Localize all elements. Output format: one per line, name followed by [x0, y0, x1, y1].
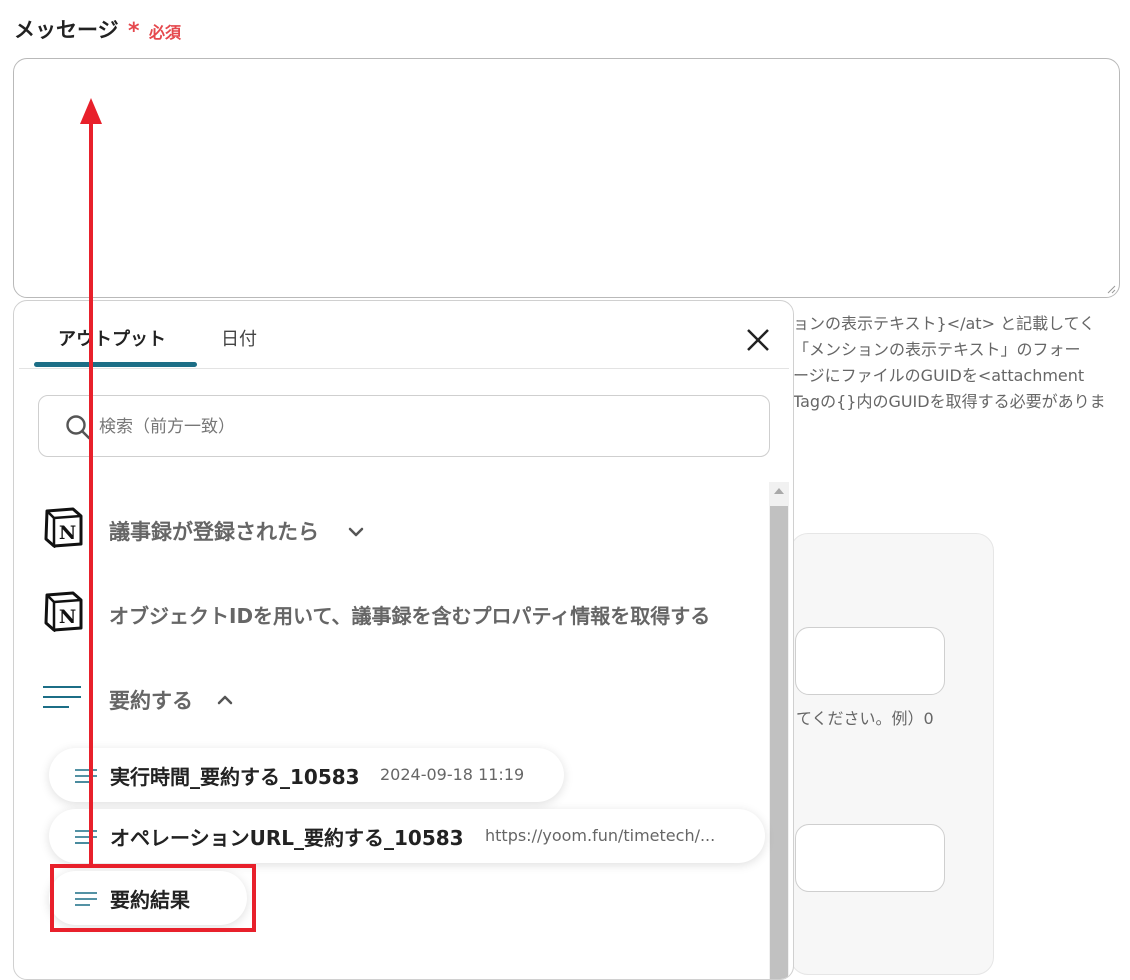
active-tab-indicator	[34, 362, 197, 367]
section-title: オブジェクトIDを用いて、議事録を含むプロパティ情報を取得する	[109, 604, 711, 628]
chevron-up-icon[interactable]	[215, 690, 235, 710]
tab-output[interactable]: アウトプット	[58, 325, 166, 351]
notion-logo-icon: N	[44, 591, 83, 632]
tab-date[interactable]: 日付	[221, 325, 257, 351]
text-lines-icon	[43, 686, 81, 708]
svg-text:N: N	[59, 606, 76, 628]
chip-label: オペレーションURL_要約する_10583	[110, 826, 464, 850]
svg-text:N: N	[59, 522, 76, 544]
annotation-highlight-box	[50, 864, 256, 932]
required-asterisk: *	[128, 19, 140, 44]
message-field-label: メッセージ	[14, 18, 119, 42]
section-summarize[interactable]: 要約する	[42, 679, 442, 719]
required-badge: 必須	[149, 23, 182, 42]
section-meeting-registered[interactable]: N 議事録が登録されたら	[42, 506, 742, 552]
chip-label: 実行時間_要約する_10583	[110, 765, 360, 789]
resize-handle-icon[interactable]	[1106, 284, 1116, 294]
chevron-down-icon[interactable]	[346, 522, 366, 542]
search-icon	[66, 415, 91, 440]
background-input-note: てください。例）0	[796, 709, 934, 728]
scroll-up-arrow-icon[interactable]	[774, 488, 784, 494]
text-lines-icon	[75, 830, 97, 844]
output-chip-operation-url[interactable]: オペレーションURL_要約する_10583 https://yoom.fun/t…	[49, 809, 765, 863]
search-box	[38, 395, 770, 457]
help-text-line: 「メンションの表示テキスト」のフォー	[793, 340, 1081, 359]
section-title: 要約する	[109, 689, 193, 713]
message-textarea[interactable]	[13, 58, 1120, 298]
notion-logo-icon: N	[44, 507, 83, 548]
tab-divider	[19, 368, 789, 369]
background-input-field[interactable]	[795, 627, 945, 695]
text-lines-icon	[75, 769, 97, 783]
background-input-field[interactable]	[795, 824, 945, 892]
section-get-properties[interactable]: N オブジェクトIDを用いて、議事録を含むプロパティ情報を取得する	[42, 590, 767, 636]
help-text-line: ージにファイルのGUIDを<attachment	[793, 366, 1085, 385]
background-settings-panel	[790, 533, 994, 975]
search-input[interactable]	[97, 410, 741, 444]
chip-value: 2024-09-18 11:19	[380, 765, 525, 784]
close-icon[interactable]	[742, 324, 774, 356]
chip-value: https://yoom.fun/timetech/...	[485, 826, 716, 845]
help-text-line: Tagの{}内のGUIDを取得する必要がありま	[793, 392, 1106, 411]
section-title: 議事録が登録されたら	[109, 520, 319, 544]
output-chip-exec-time[interactable]: 実行時間_要約する_10583 2024-09-18 11:19	[49, 748, 564, 802]
help-text-line: ョンの表示テキスト}</at> と記載してく	[793, 314, 1096, 333]
scrollbar-thumb[interactable]	[770, 506, 788, 979]
scrollbar[interactable]	[769, 482, 789, 979]
